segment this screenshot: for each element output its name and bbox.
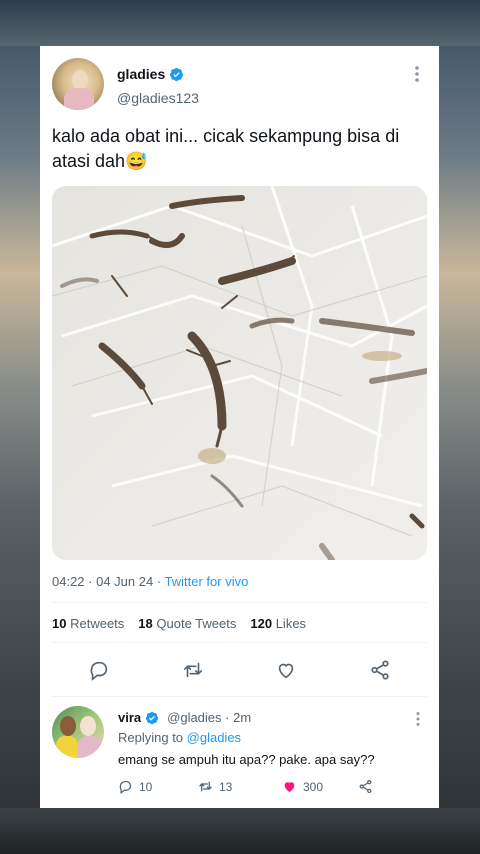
verified-badge-icon — [170, 67, 184, 81]
retweets-label: Retweets — [70, 616, 125, 631]
like-icon — [284, 782, 295, 793]
reply-share-button[interactable] — [358, 779, 373, 794]
reply-retweets-count: 13 — [219, 779, 233, 794]
share-icon[interactable] — [369, 659, 391, 681]
replying-mention[interactable]: @gladies — [187, 730, 241, 745]
tweet-time: 04:22 · 04 Jun 24 · — [52, 574, 165, 589]
reply-tweet[interactable]: vira @gladies · 2m Replying to @gladies … — [52, 706, 427, 802]
reply-like-button[interactable]: 300 — [282, 779, 358, 794]
tweet-stats: 10 Retweets 18 Quote Tweets 120 Likes — [52, 616, 306, 631]
tweet-header: gladies @gladies123 — [52, 58, 427, 110]
likes-count: 120 — [250, 616, 273, 631]
tweet-card: gladies @gladies123 kalo ada obat ini...… — [40, 46, 439, 808]
tweet-photo[interactable] — [52, 186, 427, 560]
more-icon[interactable] — [407, 64, 427, 84]
reply-author-avatar[interactable] — [52, 706, 104, 758]
replying-prefix: Replying to — [118, 730, 187, 745]
quotes-stat[interactable]: 18 Quote Tweets — [138, 616, 236, 631]
tweet-actions — [52, 652, 427, 688]
tweet-source[interactable]: Twitter for vivo — [165, 574, 249, 589]
author-name[interactable]: gladies — [117, 66, 165, 82]
quotes-label: Quote Tweets — [156, 616, 237, 631]
retweets-stat[interactable]: 10 Retweets — [52, 616, 124, 631]
geckos-in-plastic-photo — [52, 186, 427, 560]
tweet-timestamp: 04:22 · 04 Jun 24 · Twitter for vivo — [52, 574, 248, 589]
likes-label: Likes — [275, 616, 307, 631]
share-icon — [359, 779, 372, 794]
likes-stat[interactable]: 120 Likes — [250, 616, 306, 631]
reply-author-handle: @gladies · 2m — [167, 710, 252, 725]
like-icon[interactable] — [275, 659, 297, 681]
author-avatar[interactable] — [52, 58, 104, 110]
divider — [52, 602, 427, 603]
tweet-text: kalo ada obat ini... cicak sekampung bis… — [52, 126, 400, 171]
author-handle[interactable]: @gladies123 — [117, 90, 199, 106]
retweet-icon — [199, 781, 212, 792]
reply-icon[interactable] — [88, 659, 110, 681]
reply-icon — [119, 780, 132, 794]
reply-likes-count: 300 — [303, 779, 324, 794]
reply-text: emang se ampuh itu apa?? pake. apa say?? — [118, 752, 375, 767]
background-sky — [0, 0, 480, 46]
verified-badge-icon — [146, 711, 159, 724]
retweets-count: 10 — [52, 616, 67, 631]
reply-author-name[interactable]: vira — [118, 710, 141, 725]
background-water — [0, 808, 480, 854]
reply-reply-button[interactable]: 10 — [118, 779, 198, 794]
reply-replies-count: 10 — [139, 779, 153, 794]
reply-actions: 10 13 300 — [118, 779, 373, 794]
replying-to: Replying to @gladies — [118, 730, 241, 745]
quotes-count: 18 — [138, 616, 153, 631]
reply-retweet-button[interactable]: 13 — [198, 779, 282, 794]
retweet-icon[interactable] — [182, 659, 204, 681]
more-icon[interactable] — [409, 710, 427, 728]
divider — [52, 696, 427, 697]
divider — [52, 642, 427, 643]
